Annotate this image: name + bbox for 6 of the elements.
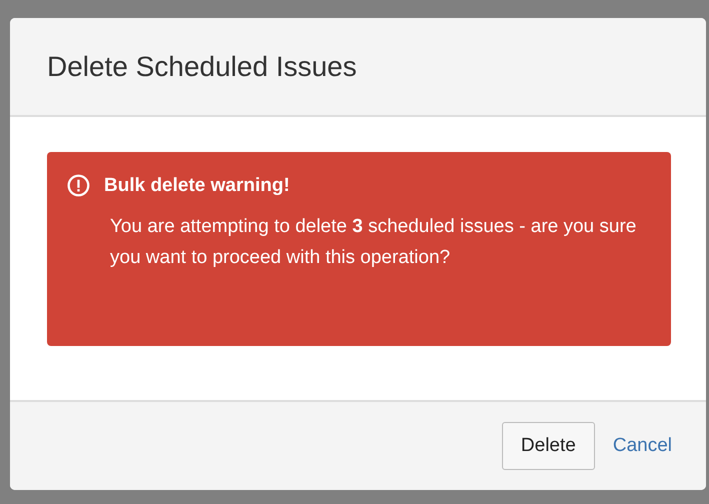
- dialog-title: Delete Scheduled Issues: [47, 50, 357, 82]
- alert-message: You are attempting to delete 3 scheduled issues - are you sure you want to proceed with this operation?: [110, 215, 638, 270]
- delete-button[interactable]: Delete: [502, 422, 595, 470]
- alert-title: Bulk delete warning!: [104, 174, 290, 196]
- warning-icon: [67, 174, 90, 197]
- cancel-link[interactable]: Cancel: [612, 435, 672, 457]
